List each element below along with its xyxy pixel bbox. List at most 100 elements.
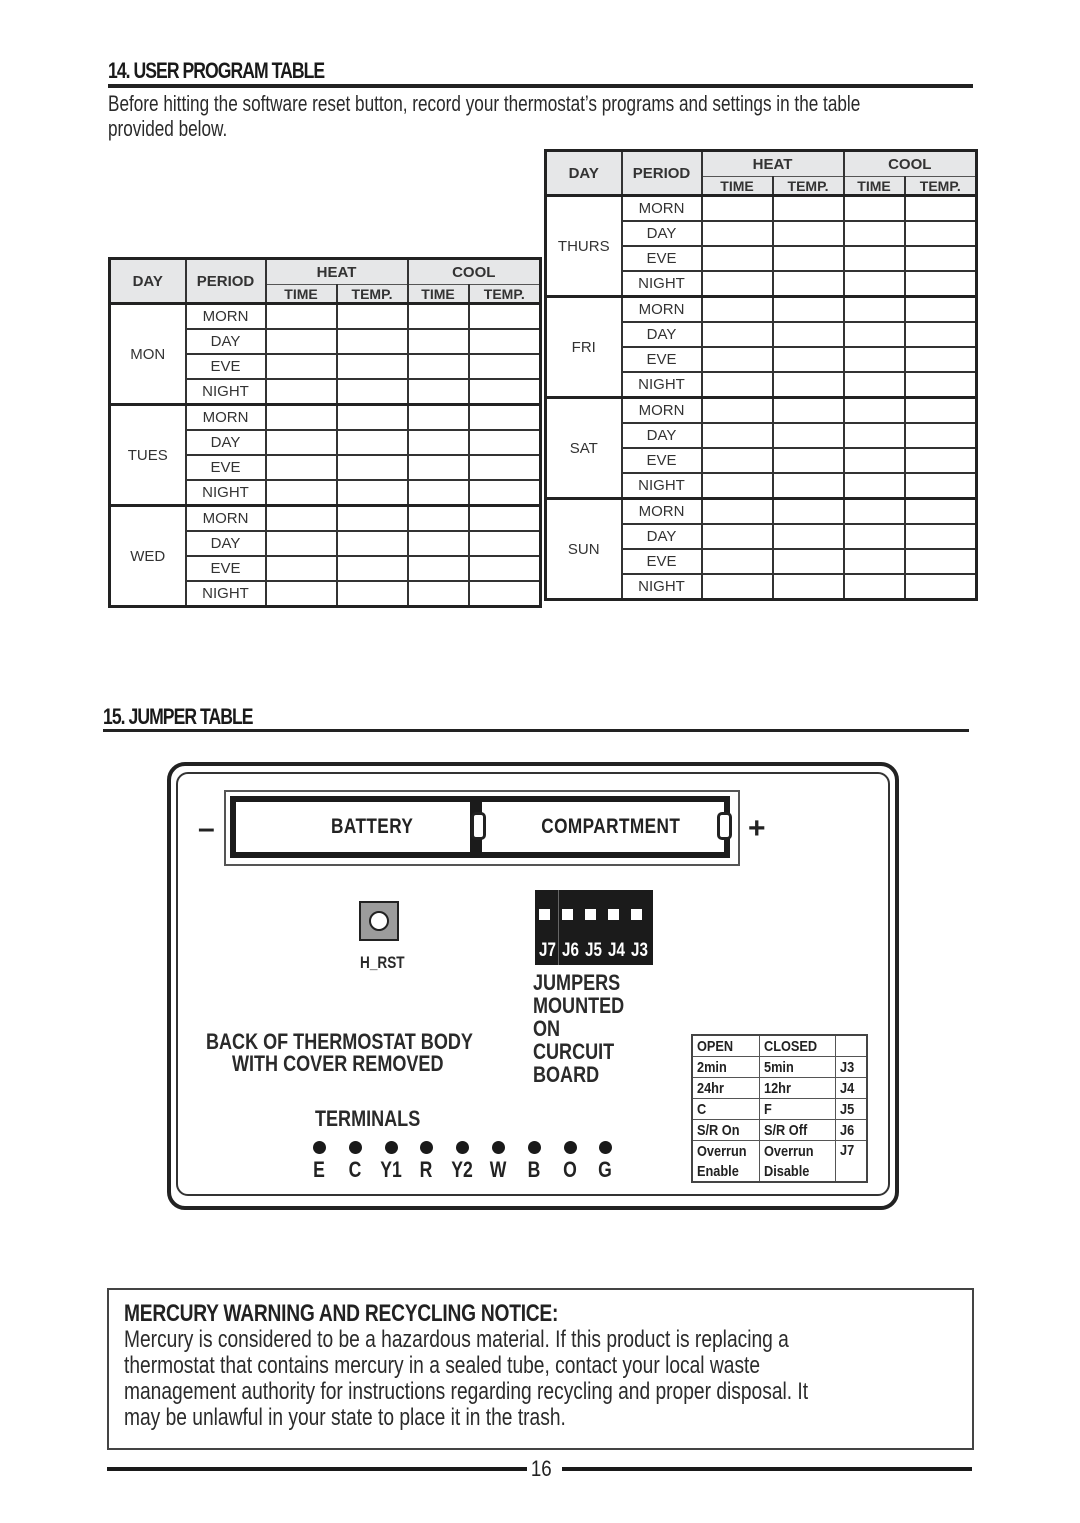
heat-temp-cell[interactable] [771, 396, 845, 424]
cool-time-cell[interactable] [842, 194, 906, 222]
cool-temp-cell[interactable] [903, 270, 978, 298]
heat-temp-cell[interactable] [335, 555, 409, 582]
heat-temp-cell[interactable] [771, 472, 845, 500]
heat-time-cell[interactable] [700, 321, 774, 348]
cool-time-cell[interactable] [842, 295, 906, 323]
cool-temp-cell[interactable] [467, 353, 542, 380]
heat-temp-cell[interactable] [771, 321, 845, 348]
heat-temp-cell[interactable] [335, 479, 409, 507]
cool-temp-cell[interactable] [467, 504, 542, 532]
cool-temp-cell[interactable] [903, 497, 978, 525]
cool-temp-cell[interactable] [903, 396, 978, 424]
cool-time-cell[interactable] [406, 429, 470, 456]
cool-temp-cell[interactable] [467, 302, 542, 330]
heat-time-cell[interactable] [264, 530, 338, 557]
cool-temp-cell[interactable] [903, 346, 978, 373]
heat-temp-cell[interactable] [335, 530, 409, 557]
cool-temp-cell[interactable] [903, 220, 978, 247]
heat-time-cell[interactable] [700, 422, 774, 449]
cool-temp-cell[interactable] [903, 245, 978, 272]
cool-time-cell[interactable] [842, 396, 906, 424]
cool-time-cell[interactable] [842, 497, 906, 525]
heat-temp-cell[interactable] [771, 422, 845, 449]
heat-temp-cell[interactable] [335, 302, 409, 330]
cool-temp-cell[interactable] [467, 580, 542, 608]
heat-time-cell[interactable] [700, 548, 774, 575]
heat-temp-cell[interactable] [771, 295, 845, 323]
heat-time-cell[interactable] [700, 573, 774, 601]
cool-time-cell[interactable] [406, 378, 470, 406]
heat-time-cell[interactable] [700, 194, 774, 222]
cool-time-cell[interactable] [406, 530, 470, 557]
cool-time-cell[interactable] [842, 321, 906, 348]
heat-temp-cell[interactable] [771, 497, 845, 525]
heat-temp-cell[interactable] [335, 378, 409, 406]
cool-time-cell[interactable] [842, 523, 906, 550]
heat-temp-cell[interactable] [771, 220, 845, 247]
heat-temp-cell[interactable] [771, 245, 845, 272]
cool-time-cell[interactable] [842, 447, 906, 474]
cool-temp-cell[interactable] [903, 472, 978, 500]
reset-button[interactable] [359, 901, 399, 941]
cool-temp-cell[interactable] [467, 429, 542, 456]
cool-time-cell[interactable] [406, 479, 470, 507]
cool-time-cell[interactable] [842, 472, 906, 500]
cool-time-cell[interactable] [406, 555, 470, 582]
heat-temp-cell[interactable] [335, 454, 409, 481]
heat-time-cell[interactable] [700, 523, 774, 550]
cool-time-cell[interactable] [406, 328, 470, 355]
heat-time-cell[interactable] [264, 454, 338, 481]
heat-temp-cell[interactable] [771, 447, 845, 474]
cool-temp-cell[interactable] [467, 454, 542, 481]
heat-temp-cell[interactable] [335, 353, 409, 380]
cool-temp-cell[interactable] [903, 295, 978, 323]
heat-time-cell[interactable] [264, 555, 338, 582]
cool-time-cell[interactable] [842, 573, 906, 601]
cool-time-cell[interactable] [842, 270, 906, 298]
cool-time-cell[interactable] [842, 371, 906, 399]
heat-time-cell[interactable] [700, 472, 774, 500]
heat-temp-cell[interactable] [335, 504, 409, 532]
heat-time-cell[interactable] [264, 328, 338, 355]
heat-time-cell[interactable] [264, 353, 338, 380]
heat-time-cell[interactable] [700, 346, 774, 373]
heat-temp-cell[interactable] [771, 371, 845, 399]
heat-temp-cell[interactable] [335, 403, 409, 431]
cool-time-cell[interactable] [842, 346, 906, 373]
cool-temp-cell[interactable] [467, 378, 542, 406]
cool-temp-cell[interactable] [467, 479, 542, 507]
cool-time-cell[interactable] [406, 403, 470, 431]
cool-temp-cell[interactable] [903, 321, 978, 348]
heat-temp-cell[interactable] [771, 270, 845, 298]
heat-temp-cell[interactable] [771, 548, 845, 575]
heat-time-cell[interactable] [264, 403, 338, 431]
heat-temp-cell[interactable] [771, 523, 845, 550]
heat-time-cell[interactable] [700, 396, 774, 424]
cool-temp-cell[interactable] [903, 548, 978, 575]
heat-time-cell[interactable] [264, 429, 338, 456]
cool-temp-cell[interactable] [467, 328, 542, 355]
heat-time-cell[interactable] [700, 295, 774, 323]
cool-time-cell[interactable] [842, 422, 906, 449]
heat-time-cell[interactable] [700, 371, 774, 399]
cool-time-cell[interactable] [406, 353, 470, 380]
heat-temp-cell[interactable] [335, 429, 409, 456]
cool-time-cell[interactable] [842, 245, 906, 272]
cool-time-cell[interactable] [406, 504, 470, 532]
cool-temp-cell[interactable] [467, 530, 542, 557]
heat-time-cell[interactable] [700, 497, 774, 525]
heat-time-cell[interactable] [700, 245, 774, 272]
cool-temp-cell[interactable] [903, 573, 978, 601]
cool-time-cell[interactable] [842, 548, 906, 575]
cool-time-cell[interactable] [406, 454, 470, 481]
cool-temp-cell[interactable] [467, 403, 542, 431]
cool-time-cell[interactable] [406, 580, 470, 608]
heat-time-cell[interactable] [264, 580, 338, 608]
heat-time-cell[interactable] [700, 220, 774, 247]
cool-temp-cell[interactable] [903, 371, 978, 399]
heat-temp-cell[interactable] [335, 328, 409, 355]
cool-temp-cell[interactable] [903, 523, 978, 550]
heat-time-cell[interactable] [700, 270, 774, 298]
heat-temp-cell[interactable] [335, 580, 409, 608]
cool-temp-cell[interactable] [903, 422, 978, 449]
